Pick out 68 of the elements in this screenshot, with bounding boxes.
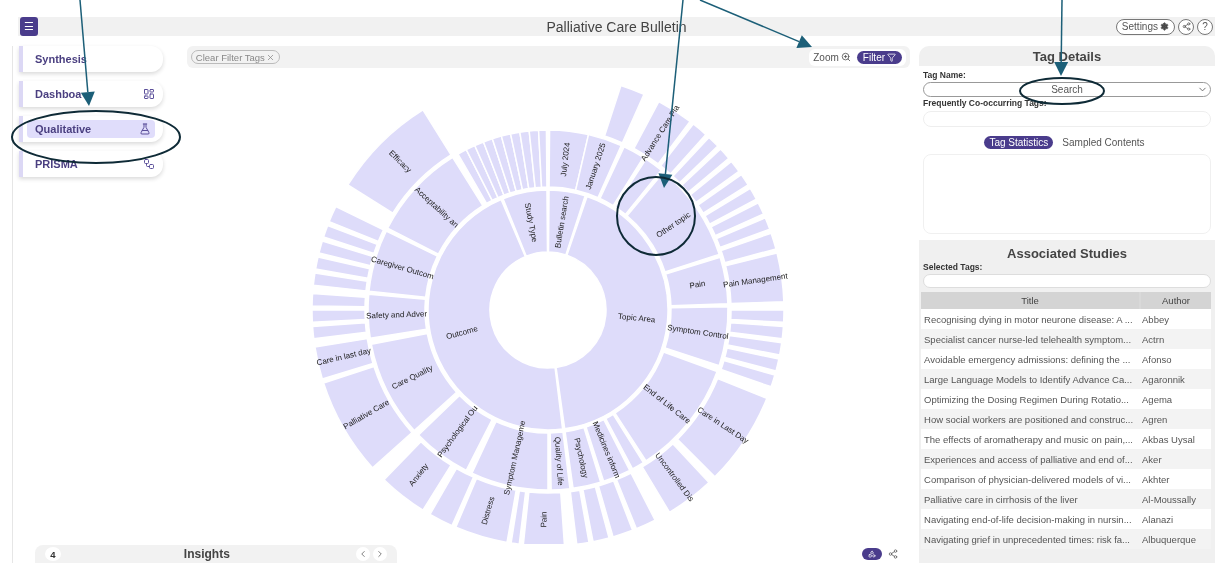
table-cell-text: Alanazi: [1141, 513, 1175, 525]
insights-count: 4: [44, 547, 61, 561]
help-button[interactable]: ?: [1197, 18, 1213, 35]
selected-tags-field[interactable]: [923, 274, 1211, 288]
table-cell-text: Large Language Models to Identify Advance Ca...: [923, 373, 1134, 385]
table-cell-text: Comparison of physician-delivered models of vi...: [923, 473, 1132, 485]
gear-icon: [1160, 22, 1169, 31]
field-label: Selected Tags:: [923, 262, 984, 272]
table-cell-text: Agema: [1141, 393, 1174, 405]
segment-label[interactable]: Pain: [539, 511, 550, 528]
zoom-button[interactable]: Zoom: [813, 51, 851, 63]
table-row[interactable]: Recognising dying in motor neurone disease: A ... Abbey: [921, 309, 1211, 329]
segment-label[interactable]: Pain: [689, 278, 707, 291]
zoom-in-icon: [840, 52, 851, 62]
nav-item[interactable]: Qualitative: [19, 116, 163, 142]
next-button[interactable]: [372, 547, 387, 561]
insights-title: Insights: [182, 547, 231, 561]
table-row[interactable]: Optimizing the Dosing Regimen During Rotatio... Agema: [921, 389, 1211, 409]
table-cell-text: Specialist cancer nurse-led telehealth symptom...: [923, 333, 1133, 345]
table-cell-text: Aker: [1141, 453, 1163, 465]
funnel-icon: [887, 52, 897, 62]
segment-label[interactable]: Topic Area: [618, 311, 657, 325]
share-icon: [1181, 22, 1191, 31]
table-row[interactable]: Navigating end-of-life decision-making in nursin... Alanazi: [921, 509, 1211, 529]
shapes-icon: [868, 550, 877, 558]
table-cell-text: Akhter: [1141, 473, 1171, 485]
section-title: Associated Studies: [1006, 245, 1128, 261]
menu-button[interactable]: ☰: [20, 17, 38, 36]
segment-label[interactable]: Outcome: [445, 324, 480, 342]
table-cell-text: Avoidable emergency admissions: defining the ...: [923, 353, 1132, 365]
table-cell-text: Actrn: [1141, 333, 1166, 345]
table-cell-text: Navigating end-of-life decision-making in nursin...: [923, 513, 1133, 525]
nav-item[interactable]: Dashboa: [19, 81, 163, 107]
table-cell-text: Albuquerque: [1141, 533, 1197, 545]
table-cell-text: How social workers are positioned and construc...: [923, 413, 1135, 425]
settings-button[interactable]: Settings: [1115, 18, 1175, 35]
tag-search-select[interactable]: Search: [923, 82, 1211, 97]
segment-label[interactable]: July 2024: [559, 141, 573, 178]
table-cell-text: Afonso: [1141, 353, 1173, 365]
table-cell-text: Palliative care in cirrhosis of the liver: [923, 493, 1079, 505]
table-cell-text: Al-Moussally: [1141, 493, 1197, 505]
previous-button[interactable]: [355, 547, 370, 561]
table-cell-text: Optimizing the Dosing Regimen During Rotatio...: [923, 393, 1130, 405]
table-cell-text: Agaronnik: [1141, 373, 1186, 385]
table-cell-text: Agren: [1141, 413, 1169, 425]
table-row[interactable]: The effects of aromatherapy and music on pain,... Akbas Uysal: [921, 429, 1211, 449]
table-cell-text: Recognising dying in motor neurone disease: A ...: [923, 313, 1134, 325]
table-row[interactable]: Avoidable emergency admissions: defining the ... Afonso: [921, 349, 1211, 369]
share-button[interactable]: [888, 549, 899, 559]
table-cell-text: Abbey: [1141, 313, 1170, 325]
close-icon: [265, 52, 275, 62]
nav-icon: [143, 158, 155, 170]
qualitative-view-button[interactable]: [862, 548, 883, 560]
column-header[interactable]: Author: [1141, 292, 1211, 309]
table-cell-text: Experiences and access of palliative and end of...: [923, 453, 1134, 465]
table-row[interactable]: Comparison of physician-delivered models of vi... Akhter: [921, 469, 1211, 489]
column-header[interactable]: Title: [921, 292, 1140, 309]
table-cell-text: Akbas Uysal: [1141, 433, 1196, 445]
share-button[interactable]: [1178, 18, 1194, 35]
nav-icon: [143, 88, 155, 100]
tab[interactable]: Tag Statistics: [984, 136, 1054, 149]
table-cell-text: Navigating grief in unprecedented times: risk fa...: [923, 533, 1131, 545]
filter-button[interactable]: Filter: [856, 50, 903, 64]
nav-icon: [139, 123, 151, 135]
field-label: Tag Name:: [923, 70, 967, 80]
share-icon: [888, 549, 899, 559]
table-cell-text: The effects of aromatherapy and music on pain,...: [923, 433, 1134, 445]
segment-label[interactable]: Pain Management: [723, 271, 789, 290]
